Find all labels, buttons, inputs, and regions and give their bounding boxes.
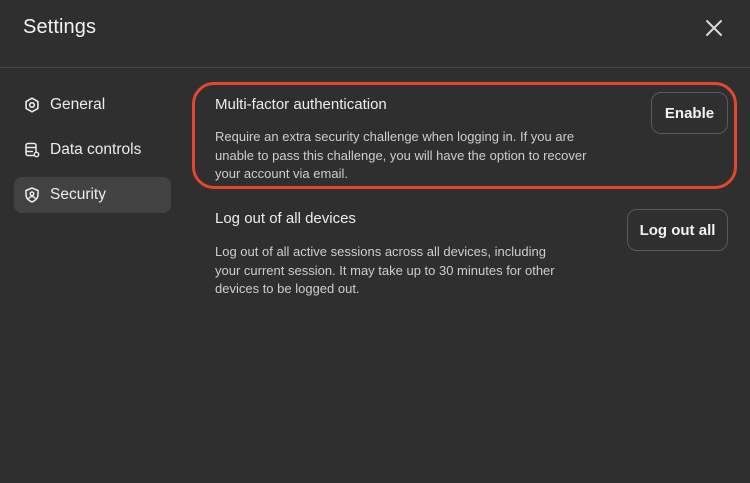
mfa-description-line: unable to pass this challenge, you will … xyxy=(215,147,587,163)
logout-description-line: your current session. It may take up to … xyxy=(215,262,555,278)
sidebar-item-data-controls[interactable]: Data controls xyxy=(14,132,171,168)
enable-mfa-button[interactable]: Enable xyxy=(651,92,728,134)
gear-icon xyxy=(24,97,40,113)
mfa-title: Multi-factor authentication xyxy=(215,96,387,113)
dialog-header: Settings xyxy=(0,0,750,68)
database-settings-icon xyxy=(24,142,40,158)
sidebar-item-general[interactable]: General xyxy=(14,87,171,123)
shield-icon xyxy=(24,187,40,203)
sidebar-item-label: Security xyxy=(50,186,106,203)
mfa-description: Require an extra security challenge when… xyxy=(215,128,586,184)
dialog-title: Settings xyxy=(23,16,97,38)
mfa-description-line: Require an extra security challenge when… xyxy=(215,129,575,144)
logout-description-line: Log out of all active sessions across al… xyxy=(215,244,546,259)
settings-dialog: Settings General Data controls Security … xyxy=(0,0,750,483)
logout-description: Log out of all active sessions across al… xyxy=(215,243,555,299)
logout-section: Log out of all devices Log out of all ac… xyxy=(192,189,737,309)
logout-all-button[interactable]: Log out all xyxy=(627,209,728,251)
close-button[interactable] xyxy=(700,14,728,42)
sidebar-item-label: General xyxy=(50,96,106,113)
logout-description-line: devices to be logged out. xyxy=(215,281,360,296)
mfa-section: Multi-factor authentication Require an e… xyxy=(192,82,737,189)
close-icon xyxy=(706,20,722,36)
settings-sidebar: General Data controls Security xyxy=(14,87,171,222)
security-panel: Multi-factor authentication Require an e… xyxy=(192,82,737,309)
sidebar-item-security[interactable]: Security xyxy=(14,177,171,213)
logout-title: Log out of all devices xyxy=(215,210,356,227)
sidebar-item-label: Data controls xyxy=(50,141,142,158)
mfa-description-line: your account via email. xyxy=(215,166,348,181)
